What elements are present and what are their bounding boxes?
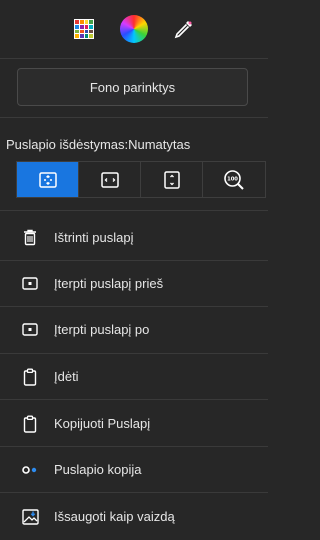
copy-page-item[interactable]: Kopijuoti Puslapį	[0, 401, 268, 446]
fit-width-icon	[100, 171, 119, 188]
insert-page-after-icon	[21, 321, 39, 339]
menu-item-label: Įterpti puslapį prieš	[54, 276, 164, 291]
divider	[0, 210, 268, 211]
palette-grid-icon[interactable]	[69, 14, 99, 44]
zoom-100-icon: 100	[224, 169, 244, 190]
fit-height-button[interactable]	[141, 162, 203, 197]
divider	[0, 117, 268, 118]
insert-page-after-item[interactable]: Įterpti puslapį po	[0, 307, 268, 352]
divider	[0, 492, 268, 493]
menu-item-label: Kopijuoti Puslapį	[54, 416, 151, 431]
fit-width-button[interactable]	[79, 162, 141, 197]
divider	[0, 58, 268, 59]
save-image-icon	[21, 508, 39, 526]
toolbar-icons	[0, 0, 268, 58]
insert-page-before-icon	[21, 275, 39, 293]
duplicate-page-item[interactable]: Puslapio kopija	[0, 447, 268, 492]
fit-page-button[interactable]	[17, 162, 79, 197]
svg-text:100: 100	[227, 176, 238, 182]
duplicate-page-icon	[21, 461, 39, 479]
save-as-image-item[interactable]: Išsaugoti kaip vaizdą	[0, 494, 268, 539]
eyedropper-icon[interactable]	[169, 14, 199, 44]
menu-item-label: Įterpti puslapį po	[54, 322, 150, 337]
background-options-button[interactable]: Fono parinktys	[17, 68, 248, 106]
menu-item-label: Išsaugoti kaip vaizdą	[54, 509, 175, 524]
fit-page-icon	[38, 171, 57, 188]
trash-icon	[21, 229, 39, 247]
page-layout-label: Puslapio išdėstymas:Numatytas	[6, 137, 191, 152]
paste-item[interactable]: Įdėti	[0, 354, 268, 399]
menu-item-label: Ištrinti puslapį	[54, 230, 134, 245]
fit-height-icon	[163, 170, 180, 189]
insert-page-before-item[interactable]: Įterpti puslapį prieš	[0, 261, 268, 306]
menu-item-label: Įdėti	[54, 369, 79, 384]
layout-options: 100	[16, 161, 266, 198]
color-wheel-icon[interactable]	[119, 14, 149, 44]
delete-page-item[interactable]: Ištrinti puslapį	[0, 215, 268, 260]
zoom-100-button[interactable]: 100	[203, 162, 265, 197]
clipboard-copy-icon	[21, 415, 39, 433]
menu-item-label: Puslapio kopija	[54, 462, 142, 477]
clipboard-paste-icon	[21, 368, 39, 386]
divider	[0, 399, 268, 400]
